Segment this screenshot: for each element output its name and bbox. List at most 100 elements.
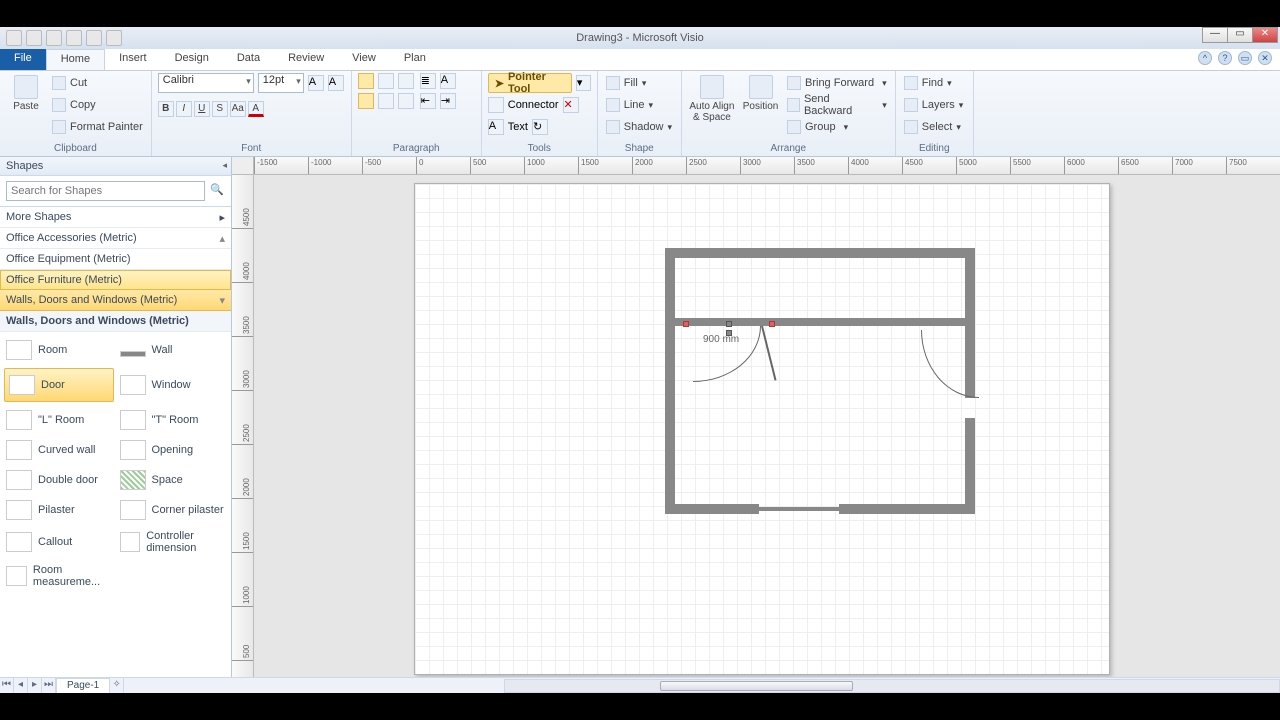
bring-forward-button[interactable]: Bring Forward▾ [785, 73, 889, 93]
fill-button[interactable]: Fill▾ [604, 73, 649, 93]
shape-double-door[interactable]: Double door [4, 468, 114, 492]
tab-nav-last[interactable]: ⏭ [42, 678, 56, 693]
wall-top[interactable] [665, 248, 975, 258]
shadow-button[interactable]: Shadow▾ [604, 117, 674, 137]
shapes-search-input[interactable] [6, 181, 205, 201]
cat-accessories[interactable]: Office Accessories (Metric) [0, 228, 231, 249]
shape-window[interactable]: Window [118, 368, 228, 402]
tab-nav-first[interactable]: ⏮ [0, 678, 14, 693]
align-center-icon[interactable] [378, 93, 394, 109]
align-top-right-icon[interactable] [398, 73, 414, 89]
shape-callout[interactable]: Callout [4, 528, 114, 556]
page-tab-1[interactable]: Page-1 [56, 678, 110, 693]
more-shapes-item[interactable]: More Shapes [0, 207, 231, 228]
floor-plan[interactable]: 900 mm [665, 248, 975, 514]
wall-bottom-right[interactable] [839, 504, 975, 514]
bullets-icon[interactable]: ≣ [420, 73, 436, 89]
pointer-tool-button[interactable]: ➤Pointer Tool [488, 73, 572, 93]
send-backward-button[interactable]: Send Backward▾ [785, 95, 889, 115]
bottom-window[interactable] [759, 507, 839, 511]
strike-button[interactable]: S [212, 101, 228, 117]
italic-button[interactable]: I [176, 101, 192, 117]
tab-home[interactable]: Home [46, 49, 105, 70]
shrink-font-icon[interactable]: A [328, 75, 344, 91]
shape-l-room[interactable]: "L" Room [4, 408, 114, 432]
shapes-close-icon[interactable]: ◂ [222, 160, 227, 171]
align-right-icon[interactable] [398, 93, 414, 109]
qat-redo-icon[interactable] [66, 30, 82, 46]
shape-pilaster[interactable]: Pilaster [4, 498, 114, 522]
shape-curved-wall[interactable]: Curved wall [4, 438, 114, 462]
copy-button[interactable]: Copy [50, 95, 145, 115]
qat-preview-icon[interactable] [106, 30, 122, 46]
auto-align-button[interactable]: Auto Align & Space [688, 73, 736, 123]
case-button[interactable]: Aa [230, 101, 246, 117]
new-page-tab[interactable]: ✧ [110, 678, 124, 693]
shape-t-room[interactable]: "T" Room [118, 408, 228, 432]
select-button[interactable]: Select▾ [902, 117, 963, 137]
wall-left[interactable] [665, 248, 675, 514]
h-scrollbar[interactable] [504, 679, 1280, 693]
tab-design[interactable]: Design [161, 49, 223, 70]
sel-handle-mid[interactable] [726, 321, 732, 327]
tab-plan[interactable]: Plan [390, 49, 440, 70]
connector-button[interactable]: Connector [508, 99, 559, 111]
align-left-icon[interactable] [358, 93, 374, 109]
cut-button[interactable]: Cut [50, 73, 145, 93]
align-top-left-icon[interactable] [358, 73, 374, 89]
help-icon[interactable]: ? [1218, 51, 1232, 65]
h-scroll-thumb[interactable] [660, 681, 853, 691]
tab-insert[interactable]: Insert [105, 49, 161, 70]
wall-bottom-left[interactable] [665, 504, 759, 514]
font-name-combo[interactable]: Calibri [158, 73, 254, 93]
shape-door[interactable]: Door [4, 368, 114, 402]
font-color-button[interactable]: A [248, 101, 264, 117]
cat-walls[interactable]: Walls, Doors and Windows (Metric) [0, 290, 231, 311]
bold-button[interactable]: B [158, 101, 174, 117]
group-button[interactable]: Group▾ [785, 117, 889, 137]
qat-save-icon[interactable] [26, 30, 42, 46]
shape-wall[interactable]: Wall [118, 338, 228, 362]
door-2-arc[interactable] [921, 330, 979, 398]
qat-print-icon[interactable] [86, 30, 102, 46]
sel-handle-left[interactable] [683, 321, 689, 327]
format-painter-button[interactable]: Format Painter [50, 117, 145, 137]
delete-icon[interactable]: ✕ [563, 97, 579, 113]
text-fx-icon[interactable]: A [440, 73, 456, 89]
pointer-drop-icon[interactable]: ▾ [576, 75, 591, 91]
font-size-combo[interactable]: 12pt [258, 73, 304, 93]
tab-view[interactable]: View [338, 49, 390, 70]
tab-review[interactable]: Review [274, 49, 338, 70]
up-caret-icon[interactable]: ^ [1198, 51, 1212, 65]
indent-right-icon[interactable]: ⇥ [440, 93, 456, 109]
close-button[interactable]: ✕ [1252, 27, 1278, 43]
shape-space[interactable]: Space [118, 468, 228, 492]
indent-left-icon[interactable]: ⇤ [420, 93, 436, 109]
qat-undo-icon[interactable] [46, 30, 62, 46]
position-button[interactable]: Position [740, 73, 781, 112]
shape-controller-dim[interactable]: Controller dimension [118, 528, 228, 556]
tab-nav-next[interactable]: ▸ [28, 678, 42, 693]
layers-button[interactable]: Layers▾ [902, 95, 966, 115]
win-close-icon[interactable]: ✕ [1258, 51, 1272, 65]
align-top-center-icon[interactable] [378, 73, 394, 89]
wall-right-lower[interactable] [965, 418, 975, 514]
win-restore-icon[interactable]: ▭ [1238, 51, 1252, 65]
tab-file[interactable]: File [0, 49, 46, 70]
canvas-viewport[interactable]: 900 mm [254, 175, 1280, 679]
maximize-button[interactable]: ▭ [1227, 27, 1253, 43]
cat-equipment[interactable]: Office Equipment (Metric) [0, 249, 231, 270]
shape-room[interactable]: Room [4, 338, 114, 362]
line-button[interactable]: Line▾ [604, 95, 655, 115]
find-button[interactable]: Find▾ [902, 73, 954, 93]
text-button[interactable]: Text [508, 121, 528, 133]
tab-nav-prev[interactable]: ◂ [14, 678, 28, 693]
shape-opening[interactable]: Opening [118, 438, 228, 462]
sel-handle-right[interactable] [769, 321, 775, 327]
shape-room-measure[interactable]: Room measureme... [4, 562, 114, 590]
inner-wall[interactable] [675, 318, 965, 326]
grow-font-icon[interactable]: A [308, 75, 324, 91]
tab-data[interactable]: Data [223, 49, 274, 70]
shape-corner-pilaster[interactable]: Corner pilaster [118, 498, 228, 522]
rotate-icon[interactable]: ↻ [532, 119, 548, 135]
